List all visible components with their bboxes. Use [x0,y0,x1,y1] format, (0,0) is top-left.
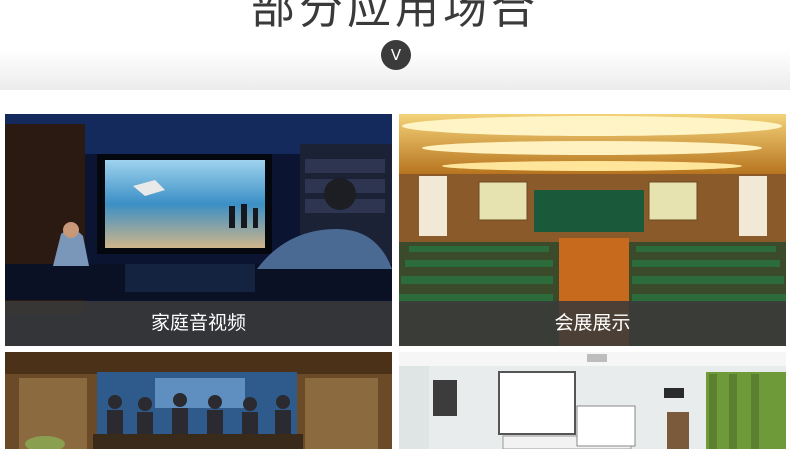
video-conference-image [5,352,392,449]
scene-card-video-conference[interactable] [5,352,392,449]
scene-caption: 会展展示 [399,301,786,346]
section-title: 部分应用场合 [251,0,539,34]
scene-card-home-theater[interactable]: 家庭音视频 [5,114,392,346]
section-header: 部分应用场合 V [0,0,790,90]
expand-toggle[interactable]: V [381,40,411,70]
classroom-projector-image [399,352,786,449]
scene-card-classroom[interactable] [399,352,786,449]
scene-card-exhibition[interactable]: 会展展示 [399,114,786,346]
scene-caption: 家庭音视频 [5,301,392,346]
